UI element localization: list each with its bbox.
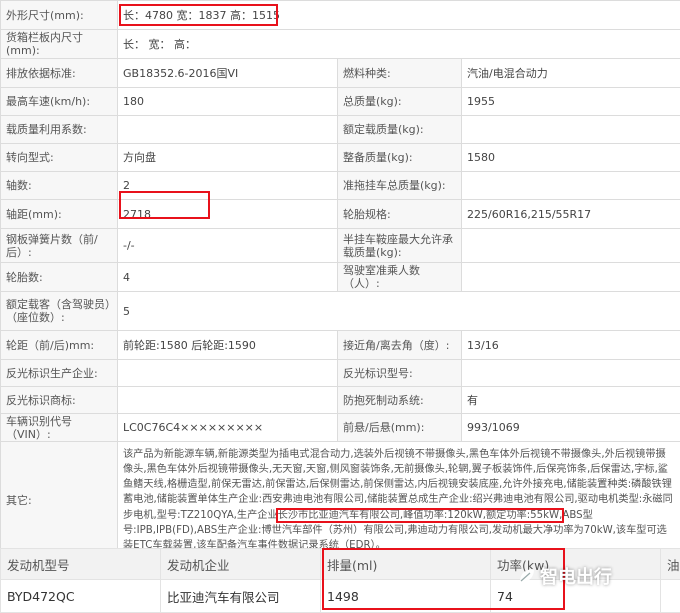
table-row: 轮胎数: 4 驾驶室准乘人数（人）: — [1, 263, 680, 292]
total-mass-value: 1955 — [462, 88, 680, 116]
load-util-label: 载质量利用系数: — [1, 116, 118, 144]
abs-value: 有 — [462, 387, 680, 414]
reflector-maker-label: 反光标识生产企业: — [1, 360, 118, 387]
saddle-label: 半挂车鞍座最大允许承载质量(kg): — [338, 229, 462, 263]
vin-value: LC0C76C4××××××××× — [118, 414, 338, 442]
table-row: 额定载客（含驾驶员）（座位数）: 5 — [1, 292, 680, 331]
abs-label: 防抱死制动系统: — [338, 387, 462, 414]
reflector-brand-value — [118, 387, 338, 414]
steering-value: 方向盘 — [118, 144, 338, 172]
engine-maker-value: 比亚迪汽车有限公司 — [161, 580, 321, 613]
load-util-value — [118, 116, 338, 144]
speed-label: 最高车速(km/h): — [1, 88, 118, 116]
tire-spec-value: 225/60R16,215/55R17 — [462, 200, 680, 229]
cab-seats-label: 驾驶室准乘人数（人）: — [338, 263, 462, 292]
cab-seats-value — [462, 263, 680, 292]
spring-value: -/- — [118, 229, 338, 263]
axles-value: 2 — [118, 172, 338, 200]
saddle-value — [462, 229, 680, 263]
speed-value: 180 — [118, 88, 338, 116]
table-row: 轴距(mm): 2718 轮胎规格: 225/60R16,215/55R17 — [1, 200, 680, 229]
curb-mass-value: 1580 — [462, 144, 680, 172]
rated-load-value — [462, 116, 680, 144]
reflector-model-label: 反光标识型号: — [338, 360, 462, 387]
reflector-maker-value — [118, 360, 338, 387]
engine-model-value: BYD472QC — [1, 580, 161, 613]
table-row: 载质量利用系数: 额定载质量(kg): — [1, 116, 680, 144]
fuel-label: 燃料种类: — [338, 59, 462, 88]
other-value: 该产品为新能源车辆,新能源类型为插电式混合动力,选装外后视镜不带摄像头,黑色车体… — [118, 442, 680, 559]
displacement-value: 1498 — [321, 580, 491, 613]
table-row: 排放依据标准: GB18352.6-2016国VI 燃料种类: 汽油/电混合动力 — [1, 59, 680, 88]
leaf-logo-icon — [518, 567, 536, 585]
track-value: 前轮距:1580 后轮距:1590 — [118, 331, 338, 360]
motor-maker-highlight: 长沙市比亚迪汽车有限公司,峰值功率:120kW,额定功率:55kW, — [278, 510, 563, 521]
wheelbase-value: 2718 — [118, 200, 338, 229]
reflector-brand-label: 反光标识商标: — [1, 387, 118, 414]
outer-dim-label: 外形尺寸(mm): — [1, 1, 118, 30]
emission-value: GB18352.6-2016国VI — [118, 59, 338, 88]
table-row: 反光标识商标: 防抱死制动系统: 有 — [1, 387, 680, 414]
table-row: 最高车速(km/h): 180 总质量(kg): 1955 — [1, 88, 680, 116]
fuel-consumption-value — [661, 580, 680, 613]
axles-label: 轴数: — [1, 172, 118, 200]
other-label: 其它: — [1, 442, 118, 559]
fuel-consumption-header: 油耗 — [661, 549, 680, 580]
watermark-text: 智电出行 — [540, 563, 612, 589]
tire-count-value: 4 — [118, 263, 338, 292]
passengers-label: 额定载客（含驾驶员）（座位数）: — [1, 292, 118, 331]
approach-label: 接近角/离去角（度）: — [338, 331, 462, 360]
reflector-model-value — [462, 360, 680, 387]
steering-label: 转向型式: — [1, 144, 118, 172]
overhang-value: 993/1069 — [462, 414, 680, 442]
outer-dim-value: 长：4780 宽：1837 高：1515 — [118, 1, 680, 30]
rated-load-label: 额定载质量(kg): — [338, 116, 462, 144]
watermark: 智电出行 — [518, 563, 612, 589]
total-mass-label: 总质量(kg): — [338, 88, 462, 116]
tire-count-label: 轮胎数: — [1, 263, 118, 292]
curb-mass-label: 整备质量(kg): — [338, 144, 462, 172]
table-row: 货箱栏板内尺寸(mm): 长： 宽： 高： — [1, 30, 680, 59]
table-row: 钢板弹簧片数（前/后）: -/- 半挂车鞍座最大允许承载质量(kg): — [1, 229, 680, 263]
cargo-dim-value: 长： 宽： 高： — [118, 30, 680, 59]
table-row: 反光标识生产企业: 反光标识型号: — [1, 360, 680, 387]
spec-table: 外形尺寸(mm): 长：4780 宽：1837 高：1515 货箱栏板内尺寸(m… — [0, 0, 680, 559]
trailer-mass-label: 准拖挂车总质量(kg): — [338, 172, 462, 200]
displacement-header: 排量(ml) — [321, 549, 491, 580]
tire-spec-label: 轮胎规格: — [338, 200, 462, 229]
trailer-mass-value — [462, 172, 680, 200]
approach-value: 13/16 — [462, 331, 680, 360]
overhang-label: 前悬/后悬(mm): — [338, 414, 462, 442]
table-row: 轴数: 2 准拖挂车总质量(kg): — [1, 172, 680, 200]
table-row: 车辆识别代号（VIN）: LC0C76C4××××××××× 前悬/后悬(mm)… — [1, 414, 680, 442]
table-row: 外形尺寸(mm): 长：4780 宽：1837 高：1515 — [1, 1, 680, 30]
track-label: 轮距（前/后)mm: — [1, 331, 118, 360]
table-row: 轮距（前/后)mm: 前轮距:1580 后轮距:1590 接近角/离去角（度）:… — [1, 331, 680, 360]
table-row: 其它: 该产品为新能源车辆,新能源类型为插电式混合动力,选装外后视镜不带摄像头,… — [1, 442, 680, 559]
engine-model-header: 发动机型号 — [1, 549, 161, 580]
vin-label: 车辆识别代号（VIN）: — [1, 414, 118, 442]
spring-label: 钢板弹簧片数（前/后）: — [1, 229, 118, 263]
emission-label: 排放依据标准: — [1, 59, 118, 88]
wheelbase-label: 轴距(mm): — [1, 200, 118, 229]
passengers-value: 5 — [118, 292, 680, 331]
cargo-dim-label: 货箱栏板内尺寸(mm): — [1, 30, 118, 59]
fuel-value: 汽油/电混合动力 — [462, 59, 680, 88]
engine-maker-header: 发动机企业 — [161, 549, 321, 580]
table-row: 转向型式: 方向盘 整备质量(kg): 1580 — [1, 144, 680, 172]
